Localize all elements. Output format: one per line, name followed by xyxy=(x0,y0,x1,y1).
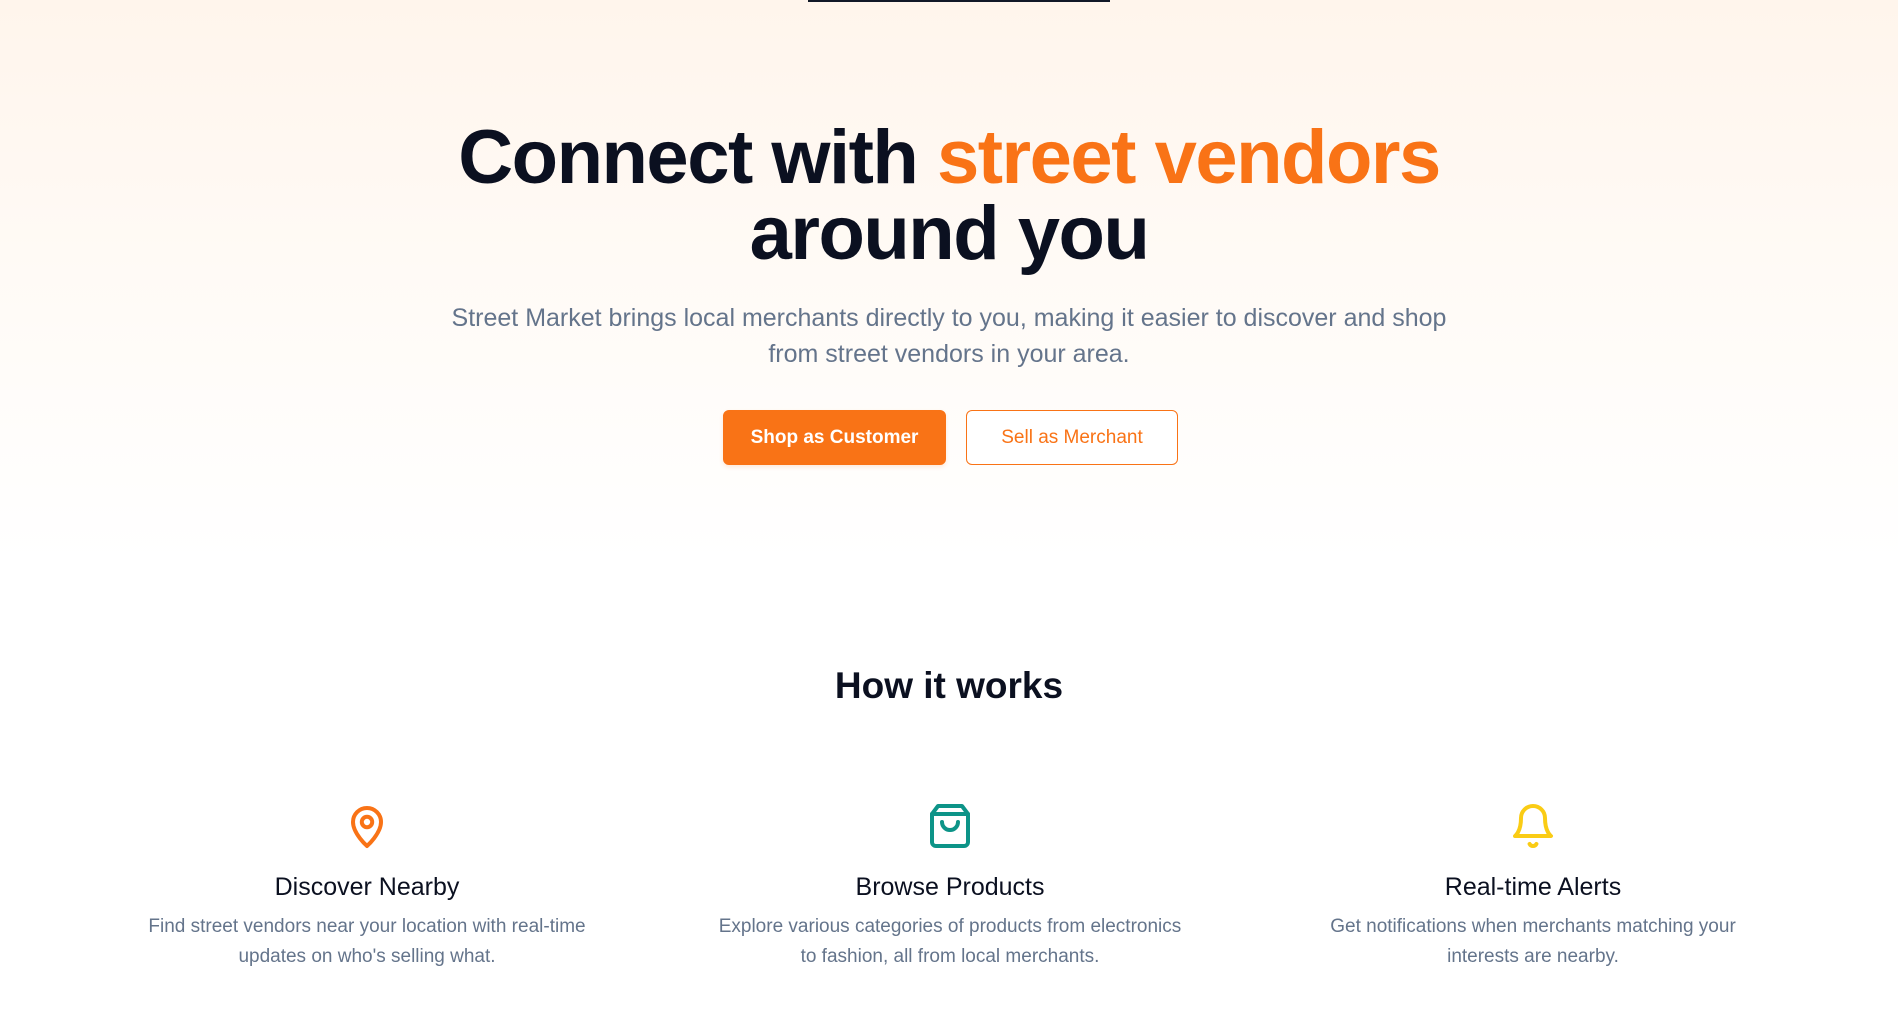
hero-title: Connect with street vendors around you xyxy=(0,120,1898,272)
feature-discover-nearby: Discover Nearby Find street vendors near… xyxy=(107,800,627,972)
feature-browse-products: Browse Products Explore various categori… xyxy=(690,800,1210,972)
landing-page: Connect with street vendors around you S… xyxy=(0,0,1898,1015)
map-pin-icon xyxy=(351,806,383,848)
how-it-works-title: How it works xyxy=(834,665,1064,706)
shopping-bag-icon xyxy=(930,804,970,848)
feature-description: Find street vendors near your location w… xyxy=(148,916,586,967)
feature-title: Browse Products xyxy=(855,873,1045,901)
hero-section: Connect with street vendors around you S… xyxy=(0,0,1898,560)
bell-icon xyxy=(1513,804,1553,848)
shop-as-customer-button[interactable]: Shop as Customer xyxy=(723,410,946,465)
hero-title-part1: Connect with xyxy=(458,115,919,200)
hero-subtitle: Street Market brings local merchants dir… xyxy=(451,304,1447,368)
feature-description: Explore various categories of products f… xyxy=(718,916,1182,967)
top-divider xyxy=(808,0,1110,2)
hero-title-accent: street vendors xyxy=(936,115,1441,200)
sell-as-merchant-button[interactable]: Sell as Merchant xyxy=(966,410,1178,465)
feature-title: Real-time Alerts xyxy=(1444,873,1622,901)
feature-title: Discover Nearby xyxy=(274,873,460,901)
feature-description: Get notifications when merchants matchin… xyxy=(1330,916,1736,967)
hero-title-part2: around you xyxy=(749,191,1150,276)
feature-real-time-alerts: Real-time Alerts Get notifications when … xyxy=(1273,800,1793,972)
